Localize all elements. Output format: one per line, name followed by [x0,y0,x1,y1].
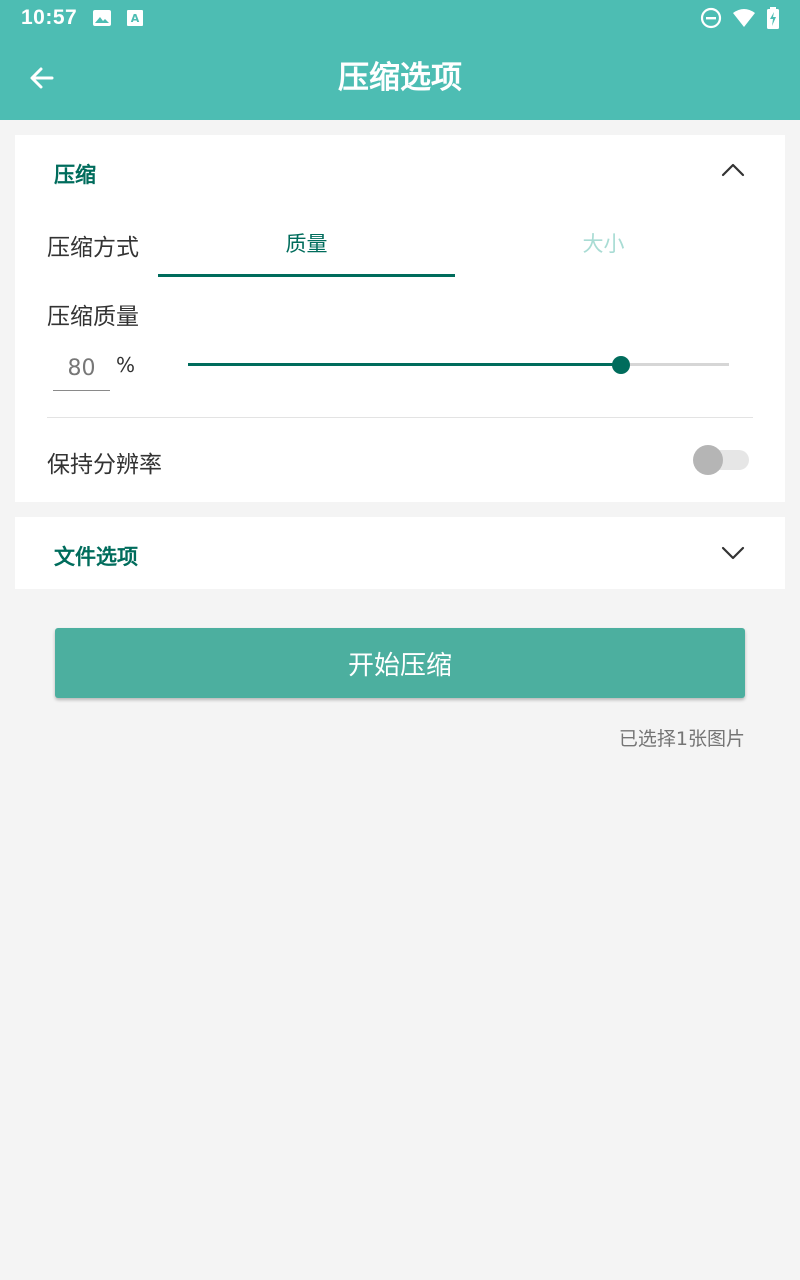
quality-input[interactable] [53,347,110,391]
toolbar: 压缩选项 [0,36,800,120]
percent-unit: % [116,353,136,377]
keep-resolution-toggle[interactable] [693,445,749,475]
slider-thumb[interactable] [611,356,630,374]
svg-text:A: A [131,12,140,25]
app-bar: 10:57 A 压缩选项 [0,0,800,120]
do-not-disturb-icon [700,7,722,29]
tab-size[interactable]: 大小 [455,215,752,277]
status-time: 10:57 [21,6,78,29]
file-section-title: 文件选项 [54,545,138,569]
arrow-left-icon [30,67,54,89]
compress-method-label: 压缩方式 [47,235,139,261]
page-title: 压缩选项 [338,60,462,96]
compress-quality-label: 压缩质量 [47,304,139,330]
divider [47,417,753,418]
keyboard-a-icon: A [127,10,143,26]
quality-slider[interactable] [188,353,729,377]
battery-charging-icon [767,7,779,29]
status-right-icons [700,7,780,29]
back-button[interactable] [20,56,64,100]
image-icon [93,10,111,26]
compress-card: 压缩 压缩方式 质量 大小 压缩质量 % 保持分辨率 [15,135,785,502]
compress-section-title: 压缩 [54,163,96,187]
chevron-down-icon[interactable] [721,541,745,565]
status-left-icons: A [92,8,144,28]
toggle-thumb [693,445,723,475]
tab-quality[interactable]: 质量 [158,215,455,277]
start-compress-button[interactable]: 开始压缩 [55,628,745,698]
file-options-card[interactable]: 文件选项 [15,517,785,589]
status-bar: 10:57 A [0,0,800,36]
chevron-up-icon[interactable] [721,158,745,182]
slider-track-fill [188,363,621,366]
keep-resolution-label: 保持分辨率 [47,452,162,478]
wifi-icon [733,9,755,27]
selected-count-text: 已选择1张图片 [618,728,745,750]
